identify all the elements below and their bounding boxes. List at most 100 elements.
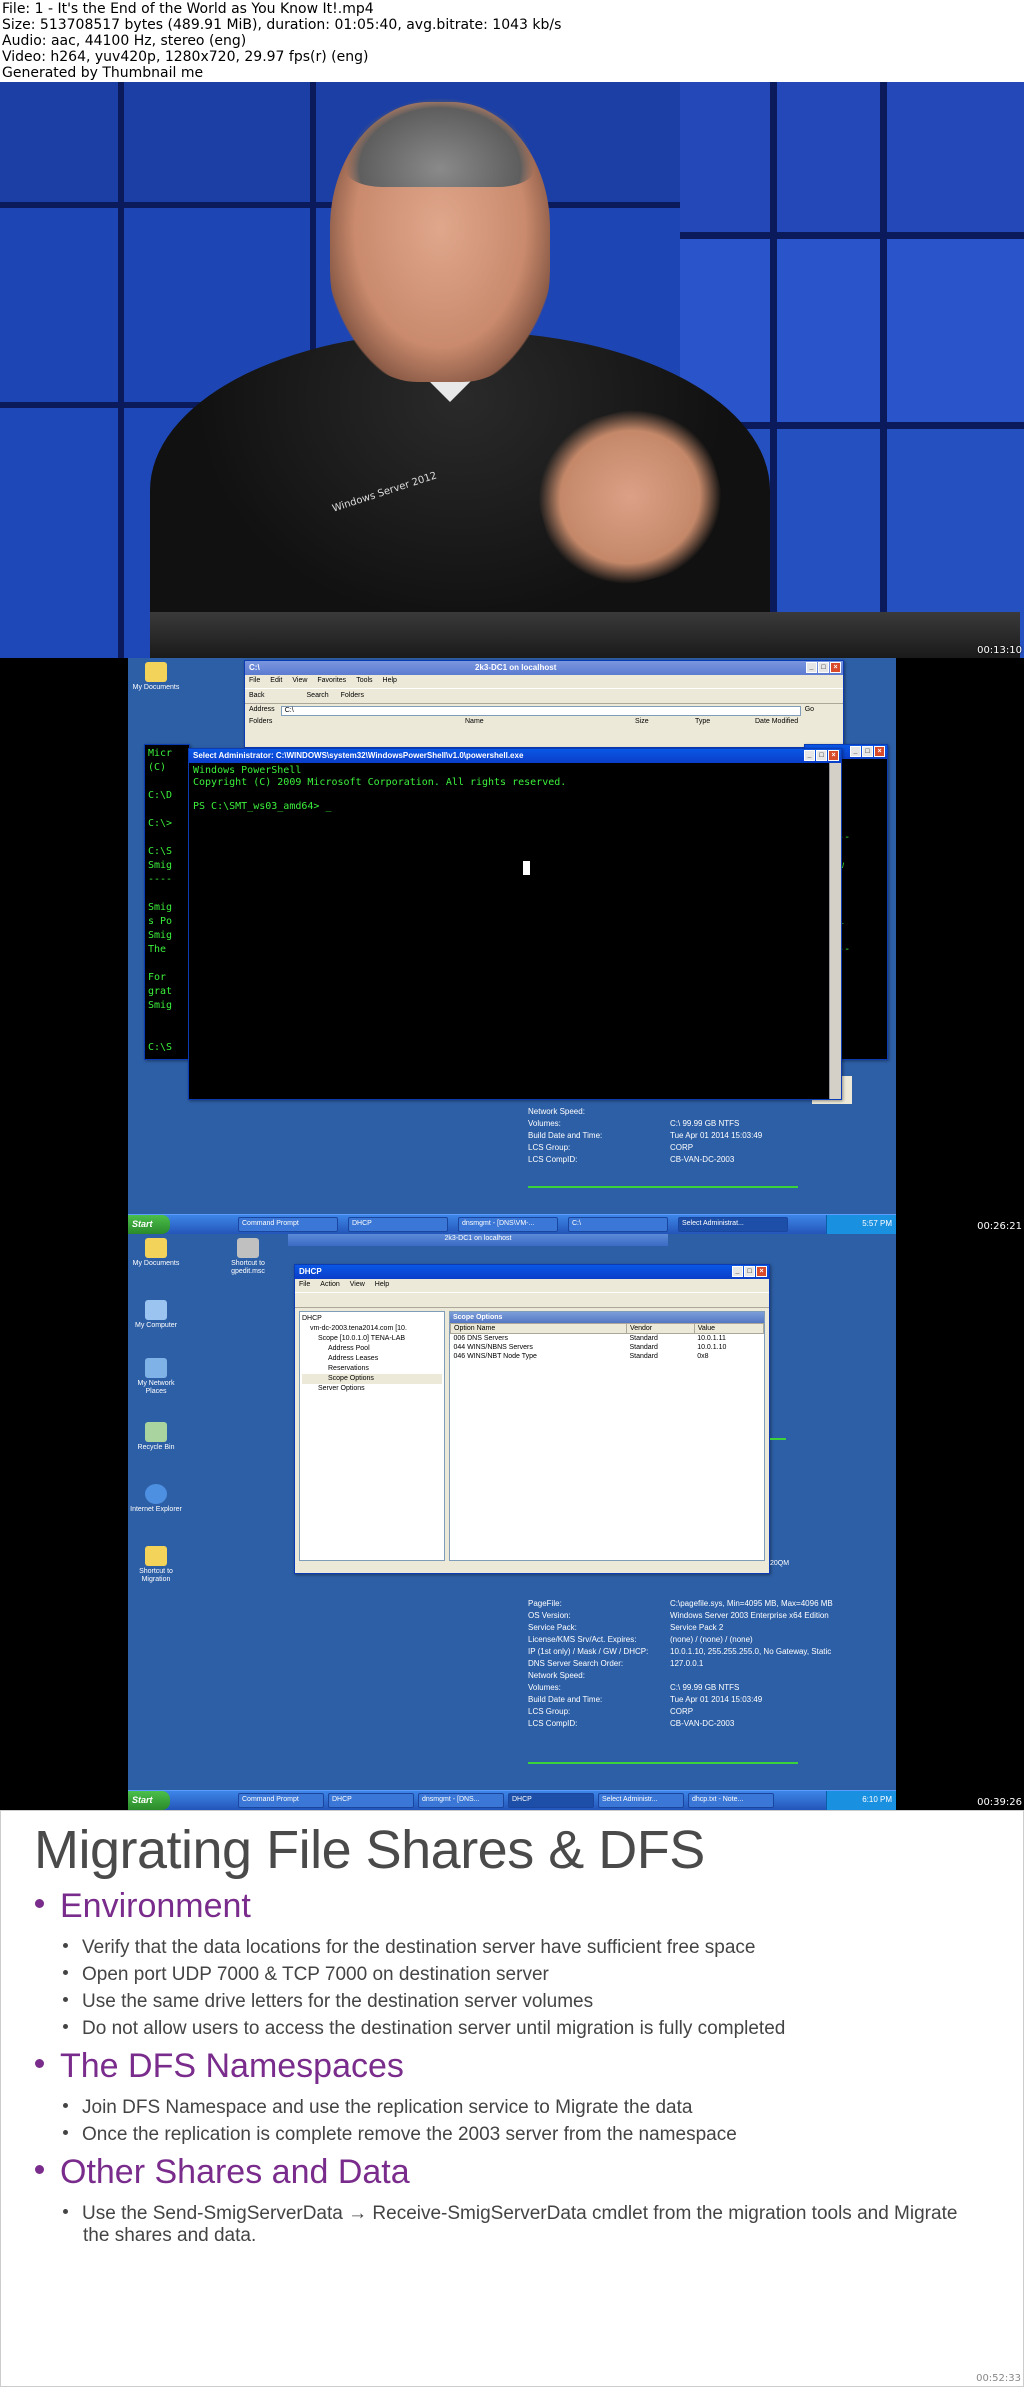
command-prompt-window-left[interactable]: Micr (C) C:\D C:\> C:\S Smig ---- Smig s Po S… (144, 744, 190, 1060)
taskbar-button-dhcp[interactable]: DHCP (328, 1793, 414, 1808)
col-name[interactable]: Name (465, 718, 635, 728)
menu-view[interactable]: View (292, 677, 307, 684)
desktop-icon-my-documents[interactable]: My Documents (128, 1238, 184, 1268)
taskbar-button-powershell[interactable]: Select Administr... (598, 1793, 684, 1808)
minimize-button[interactable]: _ (804, 750, 815, 761)
col-type[interactable]: Type (695, 718, 755, 728)
tree-node-server-options[interactable]: Server Options (302, 1384, 442, 1394)
menu-action[interactable]: Action (320, 1281, 339, 1288)
sysinfo-key: LCS CompID: (528, 1155, 578, 1164)
console-line: (C) (148, 762, 167, 773)
taskbar-button-dhcp-active[interactable]: DHCP (508, 1793, 594, 1808)
dhcp-tree[interactable]: DHCP vm-dc-2003.tena2014.com [10. Scope … (299, 1311, 445, 1561)
desktop-icon-my-computer[interactable]: My Computer (128, 1300, 184, 1330)
minimize-button[interactable]: _ (732, 1266, 743, 1277)
table-row[interactable]: 044 WINS/NBNS Servers Standard 10.0.1.10 (451, 1343, 764, 1352)
menu-favorites[interactable]: Favorites (317, 677, 346, 684)
menu-file[interactable]: File (299, 1281, 310, 1288)
powershell-window[interactable]: Select Administrator: C:\WINDOWS\system3… (188, 748, 842, 1100)
taskbar: Start Command Prompt DHCP dnsmgmt - [DNS… (128, 1790, 896, 1810)
maximize-button[interactable]: □ (816, 750, 827, 761)
table-row[interactable]: 006 DNS Servers Standard 10.0.1.11 (451, 1334, 764, 1344)
bginfo-separator (528, 1186, 798, 1188)
sysinfo-value: CORP (670, 1707, 694, 1716)
folders-button[interactable]: Folders (341, 692, 364, 699)
sysinfo-value: Tue Apr 01 2014 15:03:49 (670, 1695, 763, 1704)
tree-node-scope[interactable]: Scope [10.0.1.0] TENA-LAB (302, 1334, 442, 1344)
menu-view[interactable]: View (350, 1281, 365, 1288)
sysinfo-row: DNS Server Search Order: 127.0.0.1 (528, 1658, 833, 1670)
close-button[interactable]: × (874, 746, 885, 757)
maximize-button[interactable]: □ (744, 1266, 755, 1277)
console-line: For (148, 972, 167, 983)
system-tray-clock[interactable]: 5:57 PM (826, 1215, 896, 1234)
tree-node-dhcp[interactable]: DHCP (302, 1314, 442, 1324)
dhcp-window[interactable]: DHCP _ □ × File Action View Help DHCP vm-dc-2… (294, 1264, 770, 1574)
taskbar-button-cmd[interactable]: Command Prompt (238, 1793, 324, 1808)
taskbar-button-dns[interactable]: dnsmgmt - [DNS... (418, 1793, 504, 1808)
maximize-button[interactable]: □ (862, 746, 873, 757)
tree-node-reservations[interactable]: Reservations (302, 1364, 442, 1374)
bginfo-separator (770, 1438, 786, 1440)
powershell-titlebar[interactable]: Select Administrator: C:\WINDOWS\system3… (189, 749, 841, 763)
taskbar-button-powershell[interactable]: Select Administrat... (678, 1217, 788, 1232)
menu-help[interactable]: Help (383, 677, 397, 684)
taskbar: Start Command Prompt DHCP dnsmgmt - [DNS… (128, 1214, 896, 1234)
menu-tools[interactable]: Tools (356, 677, 372, 684)
scope-options-panel: Scope Options Option Name Vendor Value 0… (449, 1311, 765, 1561)
desktop-icon-internet-explorer[interactable]: Internet Explorer (128, 1484, 184, 1514)
minimize-button[interactable]: _ (850, 746, 861, 757)
go-button[interactable]: Go (805, 706, 814, 716)
desktop-icon-my-documents[interactable]: My Documents (128, 662, 184, 692)
menu-edit[interactable]: Edit (270, 677, 282, 684)
powershell-scrollbar[interactable] (829, 763, 841, 1099)
powershell-console[interactable]: Windows PowerShell Copyright (C) 2009 Mi… (189, 763, 829, 1099)
desktop-icon-label: Recycle Bin (137, 1444, 175, 1451)
system-tray-clock[interactable]: 6:10 PM (826, 1791, 896, 1810)
tree-node-scope-options[interactable]: Scope Options (302, 1374, 442, 1384)
console-line: C:\S (148, 1042, 173, 1053)
tree-node-server[interactable]: vm-dc-2003.tena2014.com [10. (302, 1324, 442, 1334)
col-size[interactable]: Size (635, 718, 695, 728)
table-row[interactable]: 046 WINS/NBT Node Type Standard 0x8 (451, 1352, 764, 1361)
col-vendor[interactable]: Vendor (625, 1323, 695, 1334)
explorer-titlebar[interactable]: C:\ 2k3-DC1 on localhost _ □ × (245, 661, 843, 675)
taskbar-button-dhcp[interactable]: DHCP (348, 1217, 448, 1232)
taskbar-button-dns[interactable]: dnsmgmt - [DNS\VM-... (458, 1217, 558, 1232)
desktop-icon-migration[interactable]: Shortcut to Migration (128, 1546, 184, 1584)
search-button[interactable]: Search (307, 692, 329, 699)
col-option-name[interactable]: Option Name (450, 1323, 627, 1334)
minimize-button[interactable]: _ (806, 662, 817, 673)
close-button[interactable]: × (756, 1266, 767, 1277)
tree-node-address-pool[interactable]: Address Pool (302, 1344, 442, 1354)
start-button[interactable]: Start (128, 1215, 170, 1234)
tree-node-address-leases[interactable]: Address Leases (302, 1354, 442, 1364)
menu-help[interactable]: Help (375, 1281, 389, 1288)
taskbar-button-explorer[interactable]: C:\ (568, 1217, 668, 1232)
dhcp-toolbar (295, 1292, 769, 1308)
start-button[interactable]: Start (128, 1791, 170, 1810)
slide-title: Migrating File Shares & DFS (34, 1820, 705, 1880)
taskbar-button-cmd[interactable]: Command Prompt (238, 1217, 338, 1232)
cell-vendor: Standard (629, 1353, 658, 1360)
dhcp-titlebar[interactable]: DHCP _ □ × (295, 1265, 769, 1279)
desktop-icon-gpedit[interactable]: Shortcut to gpedit.msc (220, 1238, 276, 1276)
bullet-icon (63, 1970, 68, 1976)
address-input[interactable]: C:\ (280, 706, 801, 716)
taskbar-button-notepad[interactable]: dhcp.txt - Note... (688, 1793, 774, 1808)
list-item: Open port UDP 7000 & TCP 7000 on destina… (63, 1964, 549, 1986)
close-button[interactable]: × (830, 662, 841, 673)
desktop-icon-network-places[interactable]: My Network Places (128, 1358, 184, 1396)
menu-file[interactable]: File (249, 677, 260, 684)
desktop-icon-recycle-bin[interactable]: Recycle Bin (128, 1422, 184, 1452)
maximize-button[interactable]: □ (818, 662, 829, 673)
back-button[interactable]: Back (249, 692, 265, 699)
explorer-window[interactable]: C:\ 2k3-DC1 on localhost _ □ × File Edit Vie… (244, 660, 844, 748)
col-date-modified[interactable]: Date Modified (755, 718, 798, 728)
col-value[interactable]: Value (693, 1323, 765, 1334)
col-folders[interactable]: Folders (245, 718, 465, 728)
list-item-text: Once the replication is complete remove … (82, 2124, 737, 2145)
close-button[interactable]: × (828, 750, 839, 761)
